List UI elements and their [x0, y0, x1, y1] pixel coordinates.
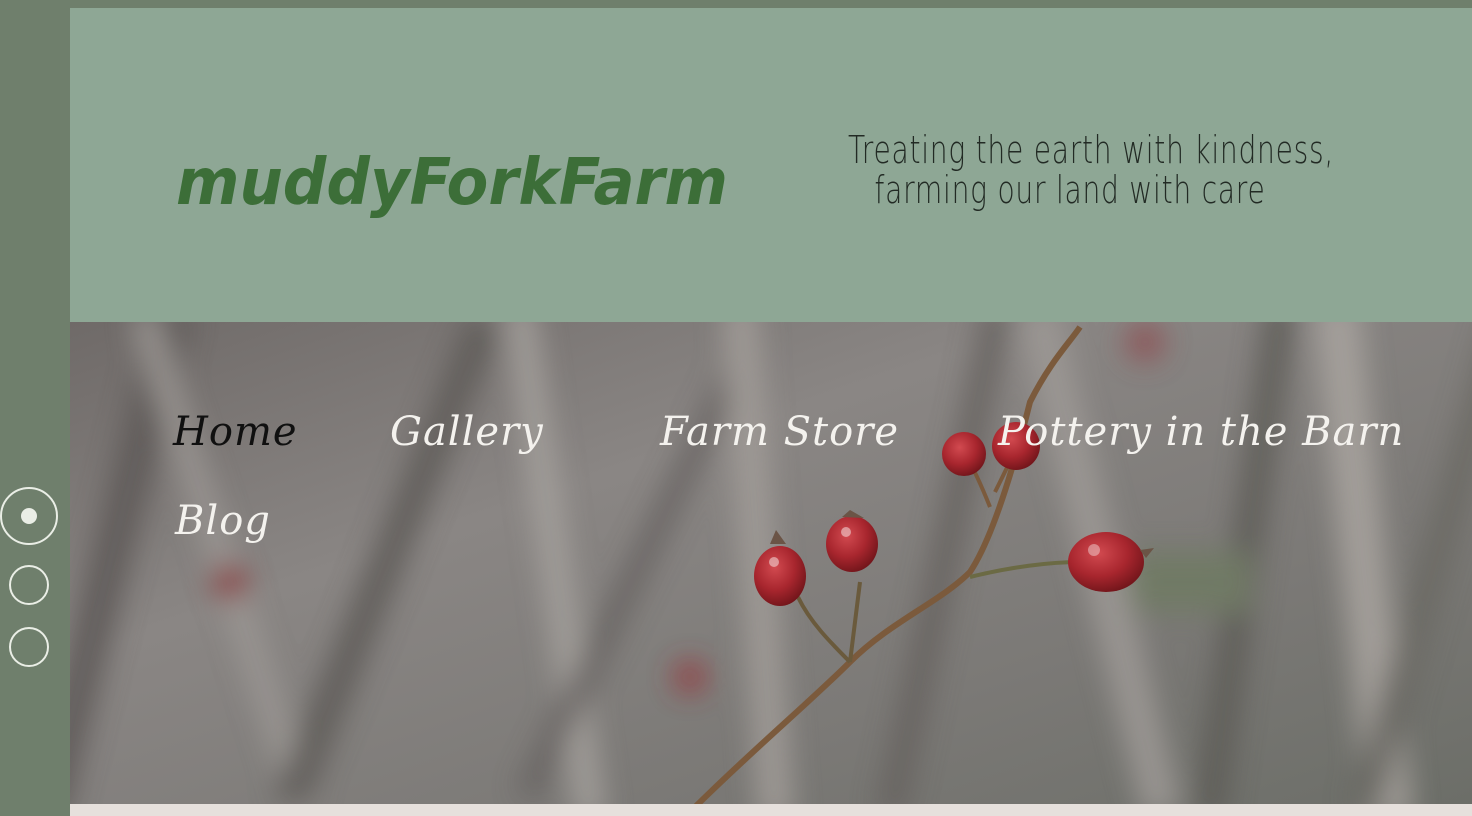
nav-home[interactable]: Home — [173, 408, 298, 456]
top-strip — [0, 0, 1472, 8]
content-edge-strip — [70, 804, 1472, 816]
nav-pottery-in-the-barn[interactable]: Pottery in the Barn — [998, 408, 1404, 456]
nav-gallery[interactable]: Gallery — [390, 408, 544, 456]
site-header: muddyForkFarm Treating the earth with ki… — [70, 8, 1472, 322]
left-rail — [0, 0, 70, 816]
logo-wordmark: muddyForkFarm — [176, 146, 728, 220]
page: muddyForkFarm Treating the earth with ki… — [0, 0, 1472, 816]
logo-text: muddyForkFarm — [176, 146, 728, 220]
nav-farm-store[interactable]: Farm Store — [660, 408, 899, 456]
tagline: Treating the earth with kindness, farmin… — [848, 128, 1335, 212]
nav-blog[interactable]: Blog — [175, 497, 271, 545]
site-logo[interactable]: muddyForkFarm — [174, 116, 734, 228]
slide-dot-1[interactable] — [0, 487, 58, 545]
slide-indicators — [0, 486, 70, 676]
slide-dot-3[interactable] — [9, 627, 49, 667]
tagline-line-1: Treating the earth with kindness, — [848, 128, 1335, 172]
main-navigation: Home Gallery Farm Store Pottery in the B… — [70, 322, 1472, 804]
tagline-line-2: farming our land with care — [874, 168, 1266, 212]
slide-dot-2[interactable] — [9, 565, 49, 605]
